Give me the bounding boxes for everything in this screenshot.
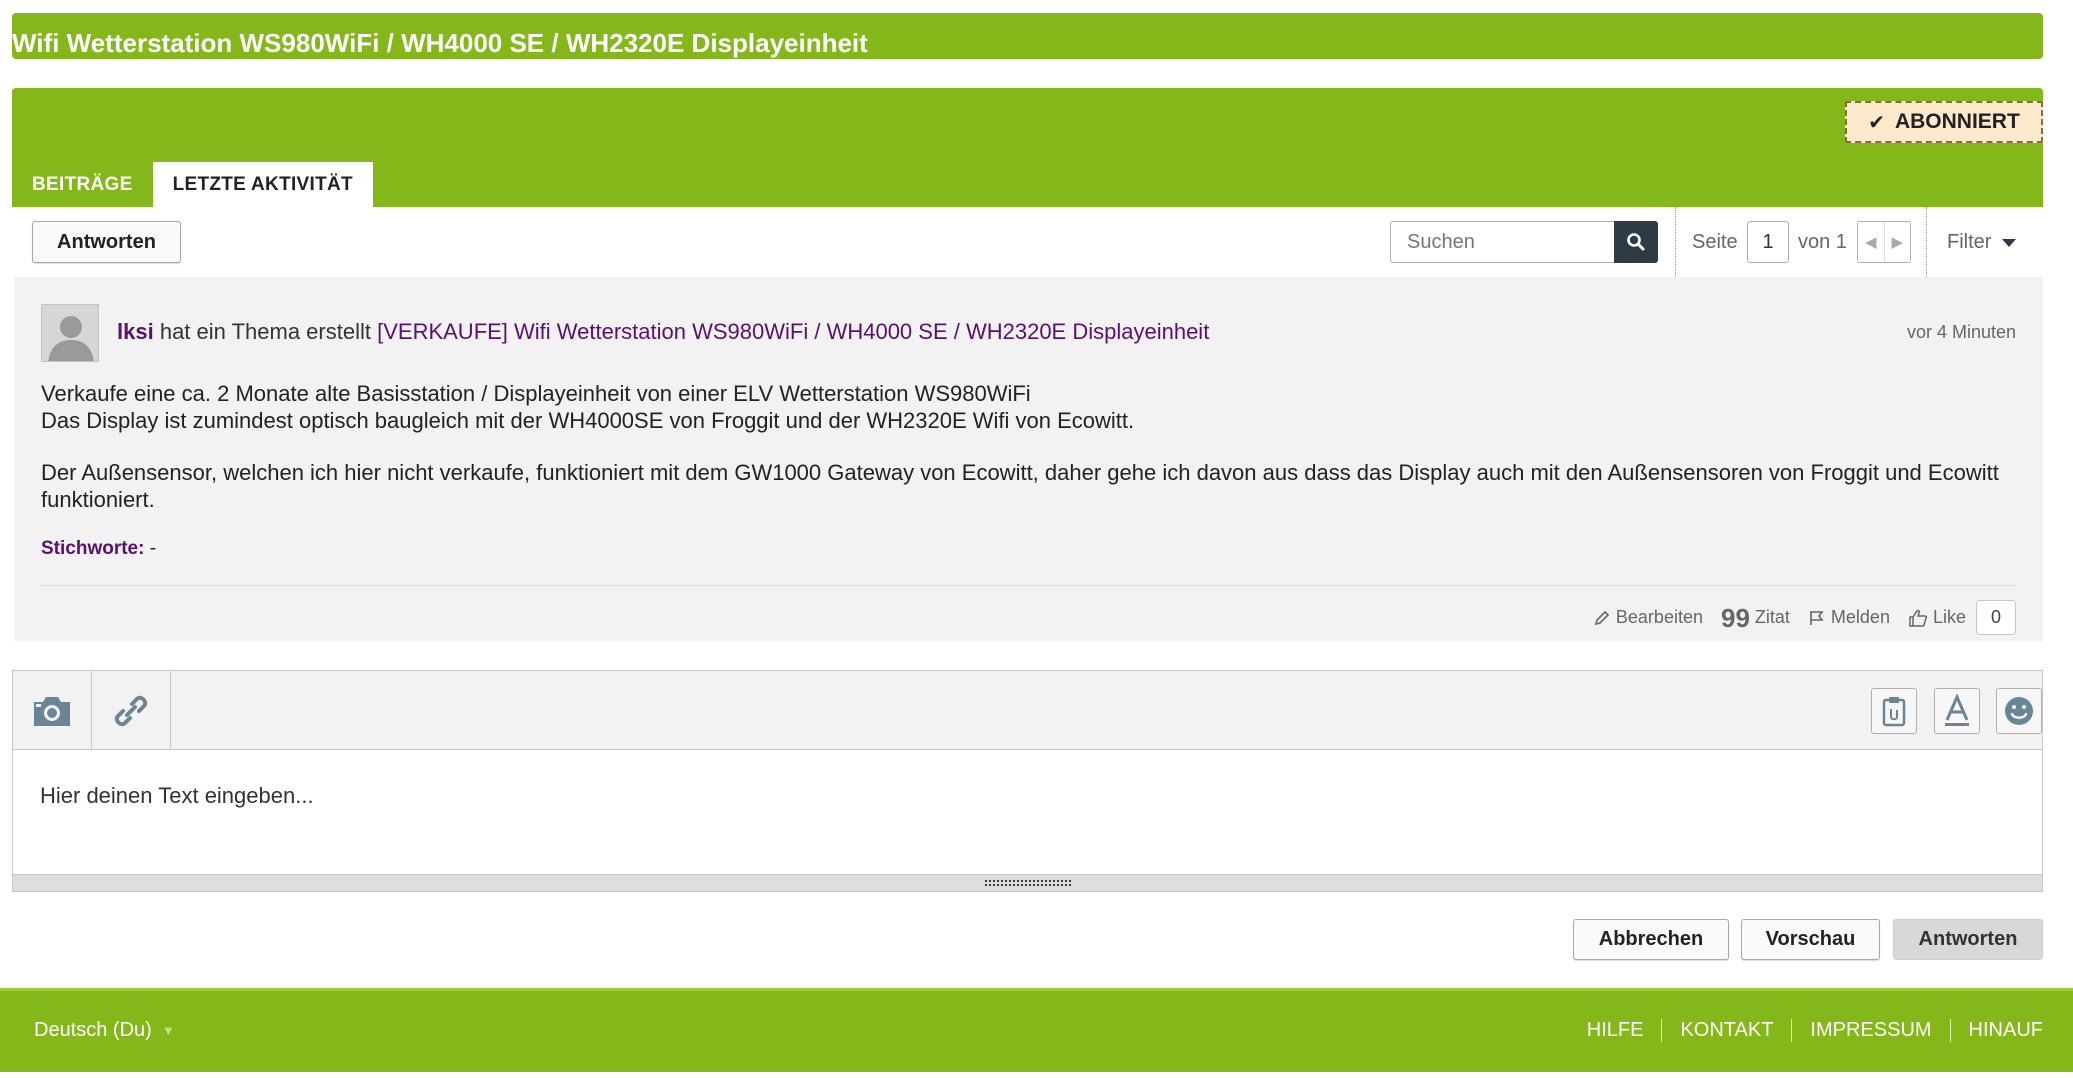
post-paragraph: Verkaufe eine ca. 2 Monate alte Basissta… bbox=[41, 380, 2016, 434]
link-icon bbox=[114, 695, 148, 726]
footer: Deutsch (Du) ▼ HILFE KONTAKT IMPRESSUM H… bbox=[0, 988, 2073, 1072]
preview-button[interactable]: Vorschau bbox=[1741, 919, 1880, 960]
user-silhouette-icon bbox=[42, 305, 98, 361]
page-total: von 1 bbox=[1798, 231, 1847, 253]
filter-label: Filter bbox=[1947, 231, 1992, 253]
pencil-icon bbox=[1594, 610, 1610, 625]
like-label: Like bbox=[1932, 607, 1966, 627]
post-actions: Bearbeiten 99 Zitat Melden Like 0 bbox=[1593, 600, 2016, 635]
editor-toolbar bbox=[13, 671, 2042, 750]
quote-icon: 99 bbox=[1720, 602, 1750, 633]
smiley-icon bbox=[2005, 697, 2033, 725]
toolbar-divider bbox=[1926, 207, 1927, 277]
quote-label: Zitat bbox=[1754, 607, 1790, 627]
language-selector[interactable]: Deutsch (Du) ▼ bbox=[34, 1019, 175, 1042]
prev-page-icon[interactable]: ◀ bbox=[1858, 222, 1884, 262]
footer-link-help[interactable]: HILFE bbox=[1569, 1019, 1662, 1042]
tags-label: Stichworte: bbox=[41, 538, 145, 559]
subscribe-label: ABONNIERT bbox=[1894, 110, 2020, 133]
post-line: Das Display ist zumindest optisch baugle… bbox=[41, 408, 1135, 433]
thread-header: ✔ ABONNIERT BEITRÄGE LETZTE AKTIVITÄT bbox=[12, 88, 2043, 207]
post-paragraph: Der Außensensor, welchen ich hier nicht … bbox=[41, 460, 1999, 512]
avatar[interactable] bbox=[41, 304, 99, 362]
camera-icon bbox=[34, 696, 70, 726]
footer-link-contact[interactable]: KONTAKT bbox=[1661, 1019, 1791, 1042]
thread-title-bar: Wifi Wetterstation WS980WiFi / WH4000 SE… bbox=[12, 13, 2043, 59]
post-tags: Stichworte: - bbox=[41, 538, 156, 560]
reply-editor: Hier deinen Text eingeben... bbox=[12, 670, 2043, 892]
insert-link-button[interactable] bbox=[92, 671, 171, 750]
page-title: Wifi Wetterstation WS980WiFi / WH4000 SE… bbox=[12, 28, 868, 58]
post-body: Verkaufe eine ca. 2 Monate alte Basissta… bbox=[41, 380, 2016, 538]
thumbs-up-icon bbox=[1909, 609, 1928, 627]
like-action[interactable]: Like bbox=[1908, 607, 1966, 628]
clipboard-icon bbox=[1882, 697, 1906, 727]
text-format-icon bbox=[1945, 694, 1969, 726]
tab-posts[interactable]: BEITRÄGE bbox=[12, 162, 153, 207]
footer-links: HILFE KONTAKT IMPRESSUM HINAUF bbox=[1569, 1019, 2043, 1042]
search-icon bbox=[1627, 233, 1645, 251]
post-divider bbox=[41, 585, 2016, 586]
post-action-text: hat ein Thema erstellt bbox=[159, 319, 371, 344]
grip-icon bbox=[983, 879, 1072, 887]
tab-latest-activity[interactable]: LETZTE AKTIVITÄT bbox=[152, 162, 373, 207]
edit-action[interactable]: Bearbeiten bbox=[1593, 607, 1703, 628]
thread-tabs: BEITRÄGE LETZTE AKTIVITÄT bbox=[12, 162, 373, 207]
caret-down-icon bbox=[2002, 238, 2017, 247]
like-count: 0 bbox=[1976, 600, 2016, 635]
edit-label: Bearbeiten bbox=[1615, 607, 1703, 627]
toolbar-divider bbox=[1675, 207, 1676, 277]
submit-reply-button[interactable]: Antworten bbox=[1893, 919, 2043, 960]
search-button[interactable] bbox=[1614, 221, 1658, 263]
reply-textarea[interactable]: Hier deinen Text eingeben... bbox=[40, 783, 314, 809]
pager: ◀ ▶ bbox=[1857, 221, 1911, 263]
cancel-button[interactable]: Abbrechen bbox=[1573, 919, 1729, 960]
thread-toolbar: Antworten Seite 1 von 1 ◀ ▶ Filter bbox=[12, 207, 2043, 277]
post-line: Verkaufe eine ca. 2 Monate alte Basissta… bbox=[41, 381, 1031, 406]
post-header: lksi hat ein Thema erstellt [VERKAUFE] W… bbox=[117, 319, 1209, 345]
post: lksi hat ein Thema erstellt [VERKAUFE] W… bbox=[14, 277, 2043, 641]
next-page-icon[interactable]: ▶ bbox=[1883, 222, 1911, 262]
search-input[interactable] bbox=[1390, 221, 1618, 263]
text-format-button[interactable] bbox=[1934, 688, 1980, 734]
paste-button[interactable] bbox=[1871, 688, 1917, 734]
checkmark-icon: ✔ bbox=[1868, 111, 1885, 134]
quote-action[interactable]: 99 Zitat bbox=[1720, 602, 1790, 633]
footer-link-top[interactable]: HINAUF bbox=[1949, 1019, 2043, 1042]
filter-dropdown[interactable]: Filter bbox=[1947, 231, 2017, 254]
flag-icon bbox=[1810, 610, 1824, 625]
language-label: Deutsch (Du) bbox=[34, 1019, 152, 1041]
thread-link[interactable]: [VERKAUFE] Wifi Wetterstation WS980WiFi … bbox=[377, 319, 1209, 344]
footer-link-imprint[interactable]: IMPRESSUM bbox=[1791, 1019, 1949, 1042]
page-label: Seite bbox=[1692, 231, 1738, 253]
post-author[interactable]: lksi bbox=[117, 319, 154, 344]
reply-button[interactable]: Antworten bbox=[32, 221, 181, 263]
report-action[interactable]: Melden bbox=[1808, 607, 1890, 628]
editor-resize-handle[interactable] bbox=[13, 874, 2042, 891]
report-label: Melden bbox=[1830, 607, 1890, 627]
page-number-input[interactable]: 1 bbox=[1747, 221, 1789, 263]
subscribe-button[interactable]: ✔ ABONNIERT bbox=[1845, 101, 2043, 143]
emoji-button[interactable] bbox=[1996, 688, 2042, 734]
insert-image-button[interactable] bbox=[13, 671, 92, 750]
tags-value: - bbox=[149, 538, 157, 559]
post-timestamp: vor 4 Minuten bbox=[1906, 322, 2016, 342]
caret-down-icon: ▼ bbox=[161, 1023, 175, 1038]
